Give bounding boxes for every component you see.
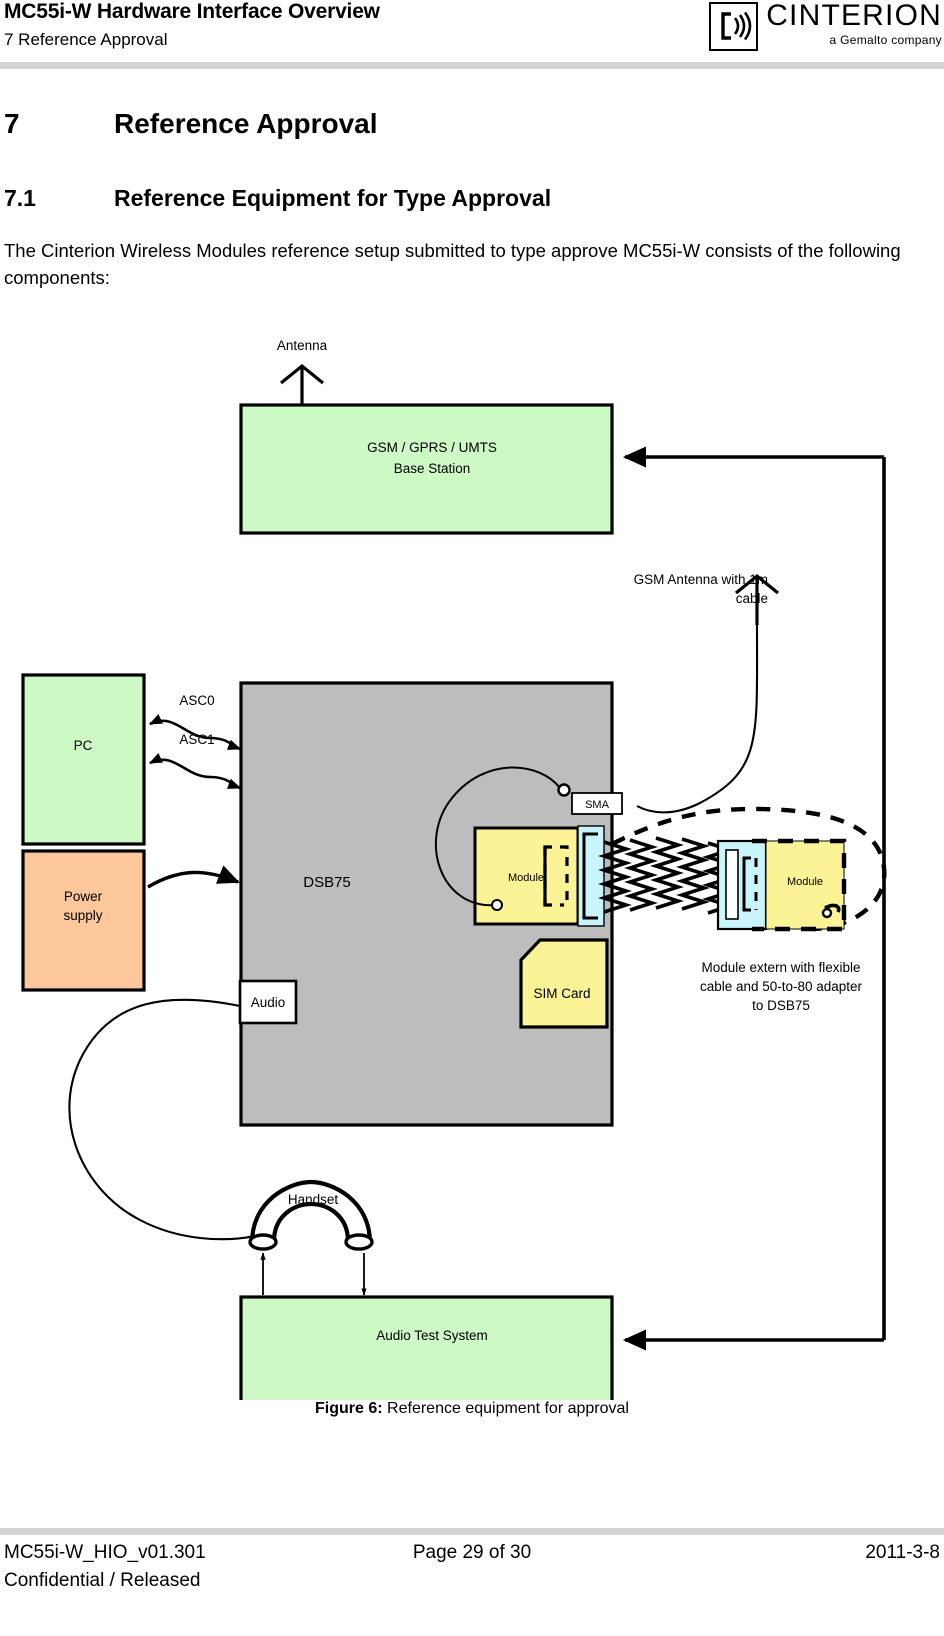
dsb75-label: DSB75 [303, 874, 351, 891]
header-chapter-subtitle: 7 Reference Approval [4, 30, 168, 49]
gsm-antenna-label-line2: cable [736, 591, 768, 606]
antenna-signal-icon [709, 2, 759, 51]
header-document-title: MC55i-W Hardware Interface Overview [4, 0, 380, 23]
asc1-label: ASC1 [179, 732, 214, 747]
extern-note-line2: cable and 50-to-80 adapter [700, 979, 863, 994]
figure-caption-text: Reference equipment for approval [387, 1400, 629, 1417]
extern-module-label: Module [787, 876, 823, 888]
page-title: Reference Approval [114, 108, 378, 139]
extern-note-line1: Module extern with flexible [701, 960, 860, 975]
audio-test-system-label: Audio Test System [376, 1328, 488, 1343]
footer-page-number: Page 29 of 30 [412, 1542, 532, 1563]
sma-label: SMA [585, 799, 610, 811]
module-label: Module [508, 872, 544, 884]
footer-divider [0, 1528, 944, 1535]
brand-name: CINTERION [766, 0, 942, 32]
antenna-coax-cable [636, 624, 759, 814]
asc1-connection [148, 753, 242, 790]
footer-classification: Confidential / Released [4, 1570, 201, 1591]
handset-audio-cable [68, 998, 256, 1241]
extern-module-connector [821, 907, 833, 919]
subsection-number: 7.1 [4, 185, 36, 211]
diagram-svg: Antenna GSM / GPRS / UMTS Base Station G… [21, 338, 887, 1400]
sim-card-label: SIM Card [533, 986, 590, 1001]
intro-paragraph: The Cinterion Wireless Modules reference… [4, 240, 901, 288]
footer-date: 2011-3-8 [865, 1542, 940, 1563]
figure-caption-label: Figure 6: [315, 1400, 383, 1417]
section-number: 7 [4, 108, 20, 139]
flexible-ribbon-cable [598, 836, 736, 915]
header-divider [0, 62, 944, 69]
reference-equipment-diagram: Antenna GSM / GPRS / UMTS Base Station G… [0, 320, 944, 1400]
pigtail-end-connector [491, 899, 503, 911]
power-supply-label-line1: Power [64, 889, 103, 904]
audio-connector-label: Audio [251, 995, 286, 1010]
module-connector-strip [577, 825, 605, 927]
extern-note-line3: to DSB75 [752, 998, 810, 1013]
audio-test-system-box [239, 1295, 614, 1400]
page-header: MC55i-W Hardware Interface Overview 7 Re… [0, 0, 944, 72]
page-footer: MC55i-W_HIO_v01.301 Confidential / Relea… [0, 1542, 944, 1632]
power-supply-connection [147, 865, 240, 889]
figure-caption: Figure 6: Reference equipment for approv… [0, 1400, 944, 1418]
pc-box [21, 673, 146, 846]
pc-label: PC [74, 738, 93, 753]
gsm-antenna-label-line1: GSM Antenna with 1m [634, 572, 768, 587]
sim-card-shape [519, 938, 609, 1029]
antenna-label: Antenna [277, 338, 328, 353]
power-supply-label-line2: supply [63, 908, 102, 923]
base-station-label-line2: Base Station [394, 461, 471, 476]
brand-wordmark: CINTERION a Gemalto company [766, 0, 942, 47]
asc0-label: ASC0 [179, 693, 214, 708]
sma-jack-connector [557, 783, 571, 797]
extern-adapter-slot [725, 849, 739, 920]
antenna-signal-glyph [721, 11, 752, 41]
cinterion-logo: CINTERION a Gemalto company [709, 0, 942, 51]
base-station-label-line1: GSM / GPRS / UMTS [367, 440, 497, 455]
brand-tagline: a Gemalto company [829, 32, 942, 47]
subsection-title: Reference Equipment for Type Approval [114, 185, 552, 211]
